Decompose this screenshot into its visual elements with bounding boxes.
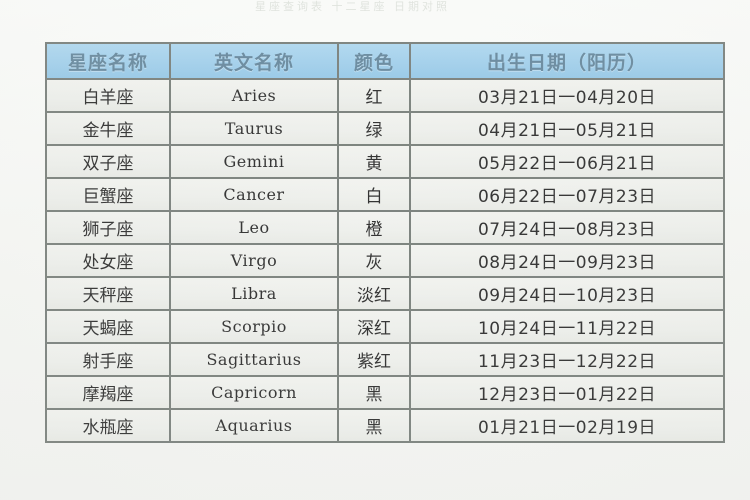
cell-english-name: Capricorn [171,377,337,408]
cell-birthdate: 01月21日一02月19日 [411,410,723,441]
cell-birthdate: 06月22日一07月23日 [411,179,723,210]
cell-color: 白 [339,179,409,210]
cell-zodiac-name: 巨蟹座 [47,179,169,210]
table-row: 射手座 Sagittarius 紫红 11月23日一12月22日 [47,344,723,375]
cell-english-name: Libra [171,278,337,309]
cell-color: 黑 [339,377,409,408]
column-header-birthdate: 出生日期（阳历） [411,44,723,78]
cell-birthdate: 03月21日一04月20日 [411,80,723,111]
cell-birthdate: 09月24日一10月23日 [411,278,723,309]
cell-birthdate: 11月23日一12月22日 [411,344,723,375]
cell-zodiac-name: 金牛座 [47,113,169,144]
cell-birthdate: 07月24日一08月23日 [411,212,723,243]
table-row: 金牛座 Taurus 绿 04月21日一05月21日 [47,113,723,144]
table-row: 双子座 Gemini 黄 05月22日一06月21日 [47,146,723,177]
table-row: 巨蟹座 Cancer 白 06月22日一07月23日 [47,179,723,210]
cell-birthdate: 04月21日一05月21日 [411,113,723,144]
cell-color: 红 [339,80,409,111]
table-body: 白羊座 Aries 红 03月21日一04月20日 金牛座 Taurus 绿 04月21日一0… [47,80,723,441]
cell-english-name: Scorpio [171,311,337,342]
cell-color: 橙 [339,212,409,243]
cell-english-name: Gemini [171,146,337,177]
table-row: 狮子座 Leo 橙 07月24日一08月23日 [47,212,723,243]
cell-english-name: Taurus [171,113,337,144]
cell-english-name: Sagittarius [171,344,337,375]
table-row: 处女座 Virgo 灰 08月24日一09月23日 [47,245,723,276]
cell-color: 深红 [339,311,409,342]
column-header-color: 颜色 [339,44,409,78]
cell-birthdate: 08月24日一09月23日 [411,245,723,276]
zodiac-table: 星座名称 英文名称 颜色 出生日期（阳历） 白羊座 Aries 红 03月21日一04… [45,42,725,443]
cell-birthdate: 10月24日一11月22日 [411,311,723,342]
cell-color: 黑 [339,410,409,441]
cell-zodiac-name: 双子座 [47,146,169,177]
cell-color: 黄 [339,146,409,177]
cell-zodiac-name: 射手座 [47,344,169,375]
cell-color: 淡红 [339,278,409,309]
cell-birthdate: 12月23日一01月22日 [411,377,723,408]
cell-zodiac-name: 天秤座 [47,278,169,309]
table-row: 天蝎座 Scorpio 深红 10月24日一11月22日 [47,311,723,342]
cell-zodiac-name: 摩羯座 [47,377,169,408]
cell-english-name: Cancer [171,179,337,210]
zodiac-table-container: 星座名称 英文名称 颜色 出生日期（阳历） 白羊座 Aries 红 03月21日一04… [45,42,725,443]
cell-zodiac-name: 水瓶座 [47,410,169,441]
column-header-english: 英文名称 [171,44,337,78]
header-row: 星座名称 英文名称 颜色 出生日期（阳历） [47,44,723,78]
cell-birthdate: 05月22日一06月21日 [411,146,723,177]
cell-english-name: Leo [171,212,337,243]
cell-english-name: Virgo [171,245,337,276]
table-row: 天秤座 Libra 淡红 09月24日一10月23日 [47,278,723,309]
table-row: 摩羯座 Capricorn 黑 12月23日一01月22日 [47,377,723,408]
cell-english-name: Aries [171,80,337,111]
cropped-top-text: 星座查询表 十二星座 日期对照 [255,0,450,13]
cell-zodiac-name: 白羊座 [47,80,169,111]
table-row: 水瓶座 Aquarius 黑 01月21日一02月19日 [47,410,723,441]
column-header-name: 星座名称 [47,44,169,78]
page-root: 星座查询表 十二星座 日期对照 星座名称 英文名称 颜色 出生日期（阳历） 白羊… [0,0,750,500]
cell-color: 绿 [339,113,409,144]
table-header: 星座名称 英文名称 颜色 出生日期（阳历） [47,44,723,78]
cell-color: 紫红 [339,344,409,375]
cell-zodiac-name: 处女座 [47,245,169,276]
cell-zodiac-name: 天蝎座 [47,311,169,342]
table-row: 白羊座 Aries 红 03月21日一04月20日 [47,80,723,111]
cell-english-name: Aquarius [171,410,337,441]
cell-zodiac-name: 狮子座 [47,212,169,243]
cell-color: 灰 [339,245,409,276]
